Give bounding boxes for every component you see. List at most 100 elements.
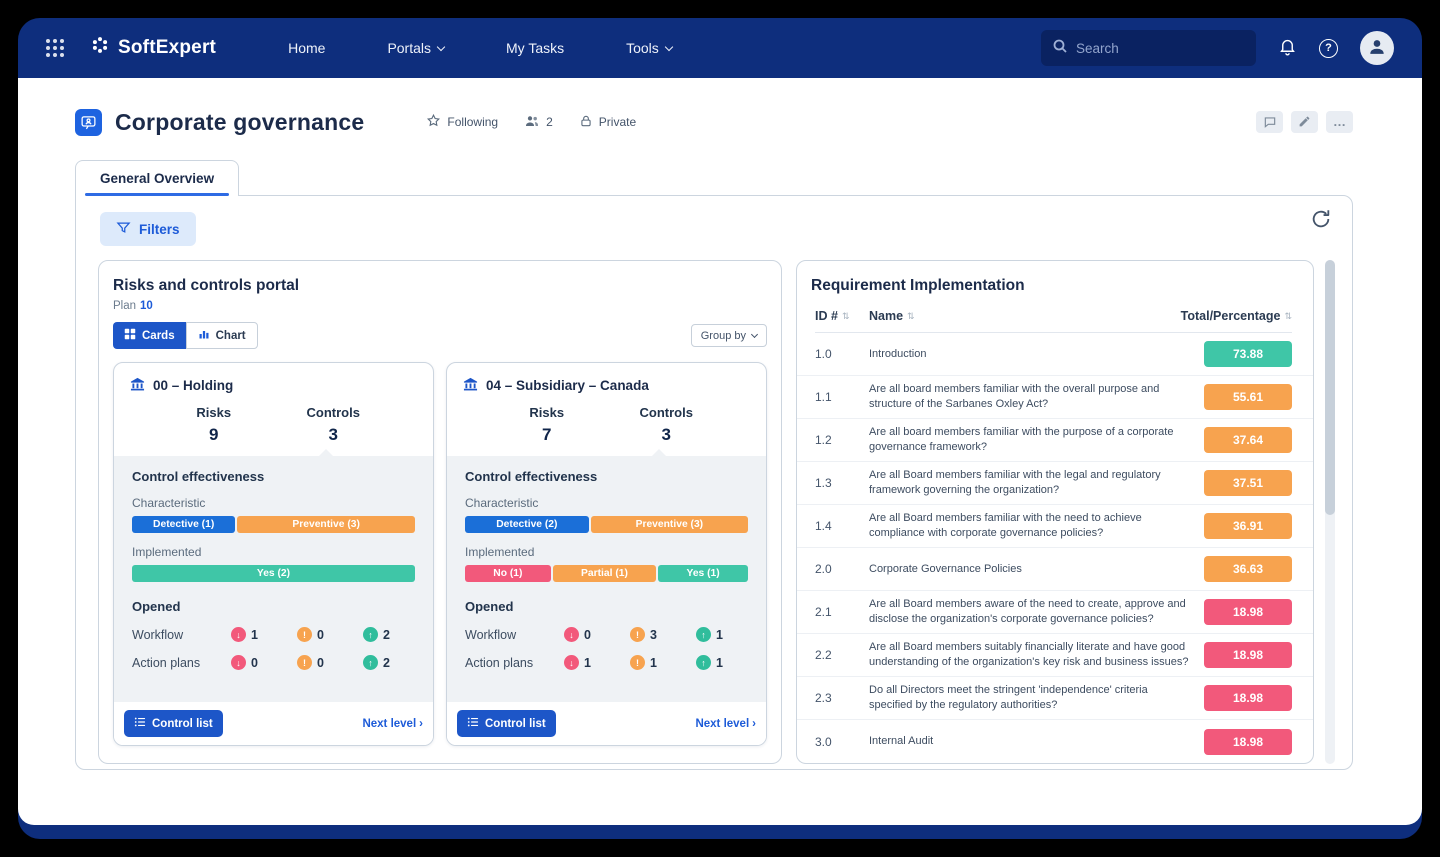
row-percentage-badge: 18.98	[1204, 642, 1292, 668]
following-toggle[interactable]: Following	[426, 113, 498, 131]
funnel-icon	[116, 220, 131, 238]
bar-segment: Partial (1)	[553, 565, 657, 582]
row-name: Are all Board members suitably financial…	[869, 640, 1204, 669]
lock-icon	[579, 114, 593, 131]
notifications-button[interactable]	[1278, 37, 1297, 59]
chevron-down-icon	[665, 42, 673, 50]
column-name[interactable]: Name⇅	[869, 309, 1181, 323]
filters-button[interactable]: Filters	[100, 212, 196, 246]
table-row[interactable]: 1.2 Are all board members familiar with …	[797, 419, 1313, 462]
table-row[interactable]: 3.0 Internal Audit 18.98	[797, 720, 1313, 763]
row-percentage-badge: 73.88	[1204, 341, 1292, 367]
row-percentage-badge: 55.61	[1204, 384, 1292, 410]
row-percentage-badge: 18.98	[1204, 599, 1292, 625]
table-row[interactable]: 2.3 Do all Directors meet the stringent …	[797, 677, 1313, 720]
vertical-scrollbar[interactable]	[1325, 260, 1335, 764]
search-input[interactable]	[1076, 41, 1253, 56]
overdue-count: ↓1	[564, 655, 616, 670]
notch-pointer	[651, 449, 667, 457]
more-button[interactable]: …	[1326, 111, 1353, 133]
table-row[interactable]: 1.0 Introduction 73.88	[797, 333, 1313, 376]
org-cards-row: 00 – Holding Risks 9 Controls 3	[113, 362, 767, 746]
sort-icon: ⇅	[842, 311, 850, 322]
app-window: SoftExpert Home Portals My Tasks Tools ?	[18, 18, 1422, 839]
column-total-percentage[interactable]: Total/Percentage⇅	[1181, 309, 1292, 323]
overdue-count: ↓0	[231, 655, 283, 670]
table-header: ID #⇅ Name⇅ Total/Percentage⇅	[815, 309, 1292, 333]
row-id: 2.1	[815, 605, 869, 619]
group-by-button[interactable]: Group by	[691, 324, 767, 347]
workflow-row: Workflow ↓0 !3 ↑1	[465, 627, 748, 642]
list-icon	[467, 716, 479, 731]
comment-button[interactable]	[1256, 111, 1283, 133]
row-percentage-badge: 18.98	[1204, 729, 1292, 755]
cards-view-button[interactable]: Cards	[113, 322, 186, 349]
header-actions: …	[1256, 111, 1353, 133]
nav-links: Home Portals My Tasks Tools	[288, 40, 672, 56]
row-percentage-badge: 36.91	[1204, 513, 1292, 539]
table-row[interactable]: 1.4 Are all Board members familiar with …	[797, 505, 1313, 548]
action-plans-row: Action plans ↓0 !0 ↑2	[132, 655, 415, 670]
search-box[interactable]	[1041, 30, 1256, 66]
tab-general-overview[interactable]: General Overview	[75, 160, 239, 196]
members-count-value: 2	[546, 115, 553, 129]
next-level-link[interactable]: Next level ›	[362, 718, 423, 730]
building-icon	[463, 376, 478, 394]
warning-icon: !	[630, 655, 645, 670]
page-title: Corporate governance	[115, 109, 364, 136]
table-row[interactable]: 2.0 Corporate Governance Policies 36.63	[797, 548, 1313, 591]
bell-icon	[1278, 37, 1297, 59]
row-name: Corporate Governance Policies	[869, 562, 1204, 577]
row-name: Internal Audit	[869, 734, 1204, 749]
implemented-bar: No (1) Partial (1) Yes (1)	[465, 565, 748, 582]
risks-value: 9	[154, 425, 274, 445]
view-toggle-row: Cards Chart Group by	[113, 322, 767, 349]
plan-value: 10	[140, 300, 153, 312]
bar-chart-icon	[198, 328, 210, 343]
cards-grid-icon	[124, 328, 136, 343]
chevron-down-icon	[751, 330, 758, 337]
table-row[interactable]: 2.1 Are all Board members aware of the n…	[797, 591, 1313, 634]
control-list-button[interactable]: Control list	[457, 710, 556, 737]
plan-indicator: Plan10	[113, 300, 767, 312]
table-row[interactable]: 1.3 Are all Board members familiar with …	[797, 462, 1313, 505]
refresh-icon	[1310, 218, 1332, 233]
table-row[interactable]: 2.2 Are all Board members suitably finan…	[797, 634, 1313, 677]
row-percentage-badge: 36.63	[1204, 556, 1292, 582]
help-button[interactable]: ?	[1319, 39, 1338, 58]
warning-count: !3	[630, 627, 682, 642]
org-card-stats: Risks 9 Controls 3	[114, 398, 433, 456]
page-content: Corporate governance Following 2	[18, 78, 1422, 825]
risks-stat: Risks 9	[154, 405, 274, 445]
members-count[interactable]: 2	[524, 113, 553, 132]
controls-stat: Controls 3	[274, 405, 394, 445]
row-id: 2.0	[815, 562, 869, 576]
nav-tools[interactable]: Tools	[626, 40, 672, 56]
apps-grid-icon[interactable]	[46, 39, 64, 57]
overdue-icon: ↓	[564, 627, 579, 642]
user-avatar[interactable]	[1360, 31, 1394, 65]
control-effectiveness-section: Control effectiveness Characteristic Det…	[447, 456, 766, 702]
scrollbar-thumb[interactable]	[1325, 260, 1335, 515]
warning-count: !1	[630, 655, 682, 670]
chart-view-button[interactable]: Chart	[186, 322, 258, 349]
control-list-button[interactable]: Control list	[124, 710, 223, 737]
column-id[interactable]: ID #⇅	[815, 309, 869, 323]
table-row[interactable]: 1.1 Are all board members familiar with …	[797, 376, 1313, 419]
refresh-button[interactable]	[1310, 208, 1332, 233]
org-card-footer: Control list Next level ›	[447, 702, 766, 745]
portal-icon	[75, 109, 102, 136]
comment-icon	[1263, 115, 1277, 130]
nav-portals[interactable]: Portals	[387, 40, 444, 56]
controls-value: 3	[274, 425, 394, 445]
brand-logo[interactable]: SoftExpert	[90, 35, 216, 61]
org-card-name: 04 – Subsidiary – Canada	[486, 378, 649, 393]
next-level-link[interactable]: Next level ›	[695, 718, 756, 730]
implemented-bar: Yes (2)	[132, 565, 415, 582]
bar-segment: No (1)	[465, 565, 551, 582]
top-navbar: SoftExpert Home Portals My Tasks Tools ?	[18, 18, 1422, 78]
edit-button[interactable]	[1291, 111, 1318, 133]
risks-controls-portal-card: Risks and controls portal Plan10 Cards	[98, 260, 782, 764]
nav-my-tasks[interactable]: My Tasks	[506, 40, 564, 56]
nav-home[interactable]: Home	[288, 40, 325, 56]
